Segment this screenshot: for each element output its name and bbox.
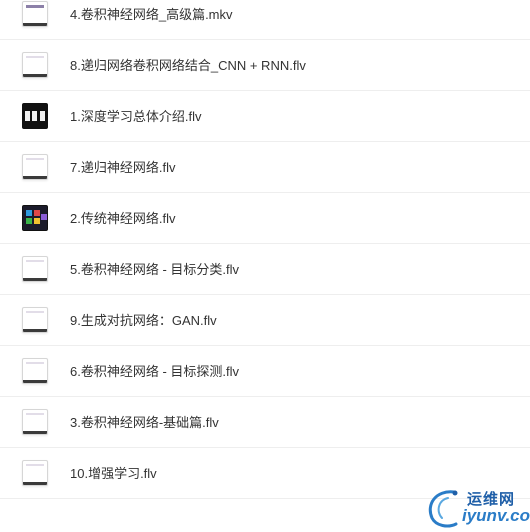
watermark-domain: iyunv.com (462, 506, 530, 525)
video-thumbnail-icon (22, 460, 48, 486)
file-name: 6.卷积神经网络 - 目标探测.flv (70, 364, 240, 379)
video-thumbnail-icon (22, 409, 48, 435)
site-watermark: 运维网 iyunv.com (424, 484, 530, 530)
video-thumbnail-icon (22, 103, 48, 129)
file-row[interactable]: 4.卷积神经网络_高级篇.mkv (0, 0, 530, 40)
video-thumbnail-icon (22, 1, 48, 27)
file-row[interactable]: 5.卷积神经网络 - 目标分类.flv (0, 244, 530, 295)
file-name: 2.传统神经网络.flv (70, 211, 176, 226)
file-name: 5.卷积神经网络 - 目标分类.flv (70, 262, 240, 277)
file-list: 4.卷积神经网络_高级篇.mkv 8.递归网络卷积网络结合_CNN + RNN.… (0, 0, 530, 499)
file-row[interactable]: 7.递归神经网络.flv (0, 142, 530, 193)
file-name: 7.递归神经网络.flv (70, 160, 176, 175)
file-name: 8.递归网络卷积网络结合_CNN + RNN.flv (70, 58, 306, 73)
file-name: 4.卷积神经网络_高级篇.mkv (70, 7, 233, 22)
video-thumbnail-icon (22, 52, 48, 78)
video-thumbnail-icon (22, 358, 48, 384)
file-name: 1.深度学习总体介绍.flv (70, 109, 202, 124)
video-thumbnail-icon (22, 154, 48, 180)
file-row[interactable]: 8.递归网络卷积网络结合_CNN + RNN.flv (0, 40, 530, 91)
file-row[interactable]: 6.卷积神经网络 - 目标探测.flv (0, 346, 530, 397)
file-row[interactable]: 3.卷积神经网络-基础篇.flv (0, 397, 530, 448)
file-row[interactable]: 2.传统神经网络.flv (0, 193, 530, 244)
file-row[interactable]: 9.生成对抗网络：GAN.flv (0, 295, 530, 346)
file-name: 10.增强学习.flv (70, 466, 157, 481)
file-name: 9.生成对抗网络：GAN.flv (70, 313, 217, 328)
video-thumbnail-icon (22, 307, 48, 333)
file-row[interactable]: 1.深度学习总体介绍.flv (0, 91, 530, 142)
file-name: 3.卷积神经网络-基础篇.flv (70, 415, 219, 430)
video-thumbnail-icon (22, 205, 48, 231)
video-thumbnail-icon (22, 256, 48, 282)
